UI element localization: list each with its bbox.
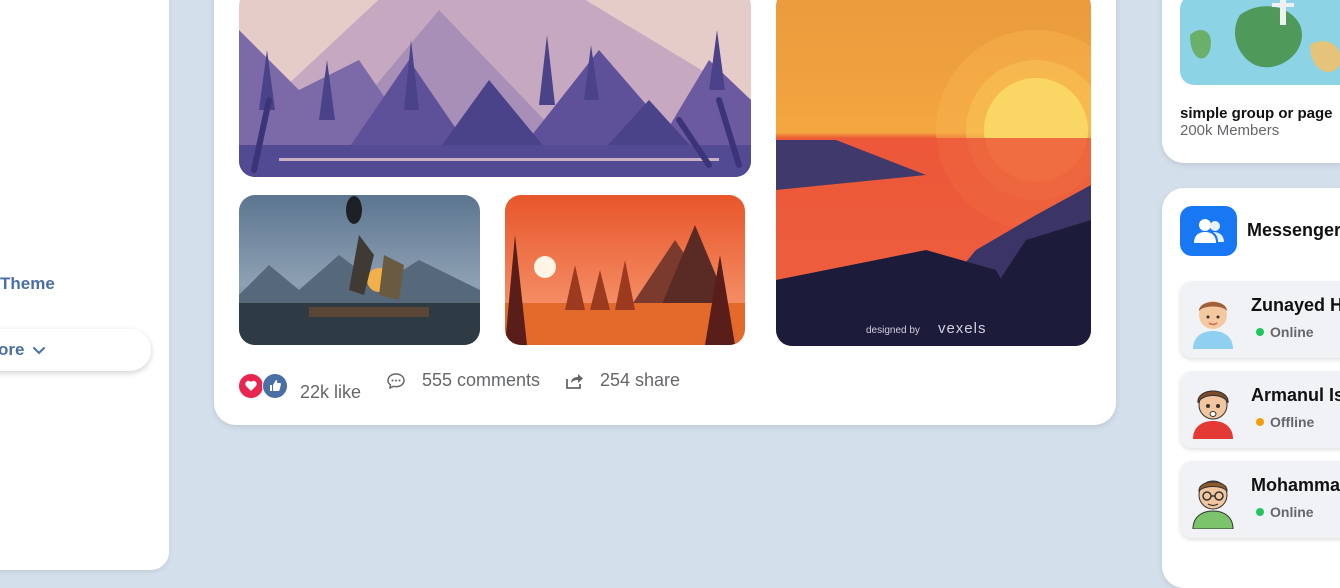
reactions-summary[interactable]: 22k like [238, 368, 361, 403]
comments-button[interactable]: 555 comments [386, 370, 540, 391]
post-image-fisherman[interactable] [239, 195, 480, 345]
contact-status: Offline [1256, 414, 1314, 430]
shares-count: 254 share [600, 370, 681, 390]
contact-item[interactable]: Mohamma Online [1180, 461, 1340, 538]
contact-item[interactable]: Armanul Is Offline [1180, 371, 1340, 448]
avatar [1193, 390, 1233, 439]
avatar [1192, 480, 1234, 529]
users-icon[interactable] [1180, 206, 1237, 256]
likes-count: 22k like [300, 382, 362, 402]
contact-name: Armanul Is [1251, 385, 1340, 405]
post-image-forest[interactable] [505, 195, 745, 345]
avatar [1193, 301, 1233, 349]
see-more-button[interactable]: ore [0, 329, 151, 371]
group-members-count: 200k Members [1180, 122, 1280, 139]
contact-status: Online [1256, 324, 1314, 340]
comment-icon [387, 372, 405, 389]
like-reaction-icon [262, 372, 288, 399]
messenger-title: Messenger [1247, 220, 1340, 240]
share-icon [566, 373, 583, 389]
chevron-down-icon [33, 347, 46, 355]
group-cover-image[interactable] [1180, 0, 1340, 85]
image-watermark: designed by vexels [866, 320, 987, 337]
see-more-label: ore [0, 340, 25, 359]
contact-status: Online [1256, 504, 1314, 520]
share-button[interactable]: 254 share [564, 370, 680, 391]
contact-name: Zunayed H [1251, 295, 1340, 315]
contact-name: Mohamma [1251, 475, 1340, 495]
love-reaction-icon [238, 372, 264, 399]
group-name[interactable]: simple group or page [1180, 105, 1333, 122]
comments-count: 555 comments [422, 370, 541, 390]
post-image-mountains[interactable] [239, 0, 751, 177]
post-image-sunset[interactable]: designed by vexels [776, 0, 1091, 346]
theme-link[interactable]: Theme [0, 274, 55, 294]
contact-item[interactable]: Zunayed H Online [1180, 281, 1340, 358]
